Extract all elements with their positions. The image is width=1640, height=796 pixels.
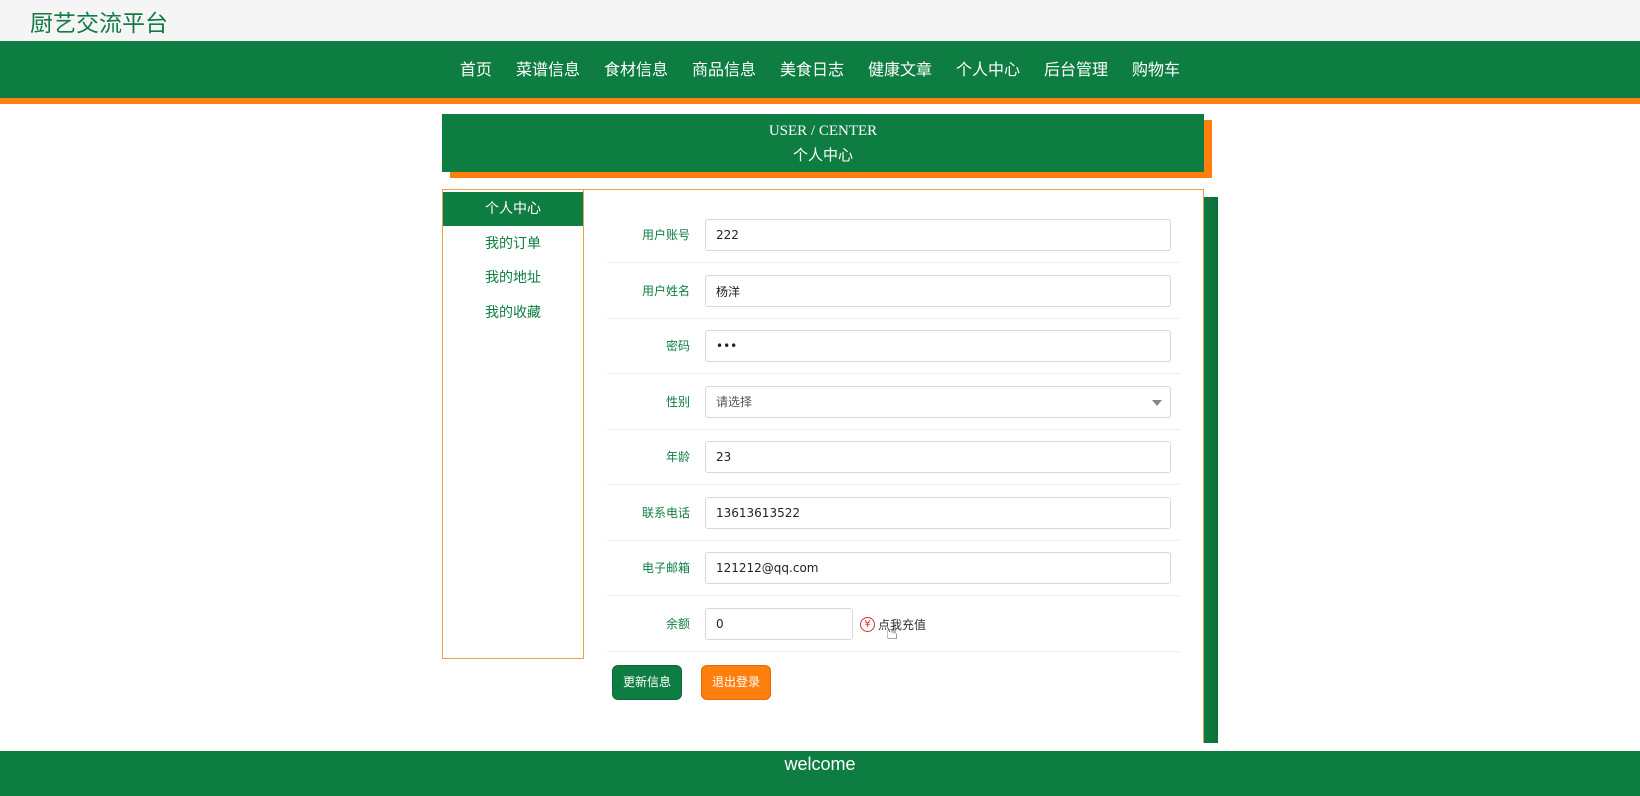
nav-item-home[interactable]: 首页 bbox=[448, 41, 504, 98]
age-input[interactable] bbox=[705, 441, 1171, 473]
form-row-gender: 性别 请选择 bbox=[607, 375, 1180, 430]
nav-item-health-articles[interactable]: 健康文章 bbox=[856, 41, 944, 98]
nav-item-recipes[interactable]: 菜谱信息 bbox=[504, 41, 592, 98]
logout-button[interactable]: 退出登录 bbox=[701, 665, 771, 700]
sidebar-item-addresses[interactable]: 我的地址 bbox=[443, 261, 583, 295]
form-row-account: 用户账号 bbox=[607, 208, 1180, 263]
chevron-down-icon bbox=[1152, 400, 1162, 406]
yen-icon: ¥ bbox=[860, 616, 875, 632]
nav-item-admin[interactable]: 后台管理 bbox=[1032, 41, 1120, 98]
password-input[interactable] bbox=[705, 330, 1171, 362]
phone-label: 联系电话 bbox=[641, 506, 690, 520]
section-header: USER / CENTER 个人中心 bbox=[442, 114, 1204, 172]
nav-item-products[interactable]: 商品信息 bbox=[680, 41, 768, 98]
form-row-phone: 联系电话 bbox=[607, 486, 1180, 541]
nav-item-user-center[interactable]: 个人中心 bbox=[944, 41, 1032, 98]
balance-input[interactable] bbox=[705, 608, 853, 640]
panel-shadow bbox=[1204, 197, 1218, 743]
age-label: 年龄 bbox=[665, 450, 690, 464]
site-title[interactable]: 厨艺交流平台 bbox=[30, 4, 168, 38]
account-label: 用户账号 bbox=[641, 228, 690, 242]
nav-item-cart[interactable]: 购物车 bbox=[1120, 41, 1192, 98]
main-navbar: 首页 菜谱信息 食材信息 商品信息 美食日志 健康文章 个人中心 后台管理 购物… bbox=[0, 41, 1640, 104]
name-label: 用户姓名 bbox=[641, 284, 690, 298]
form-row-name: 用户姓名 bbox=[607, 264, 1180, 319]
password-label: 密码 bbox=[665, 339, 690, 353]
name-input[interactable] bbox=[705, 275, 1171, 307]
section-header-en: USER / CENTER bbox=[768, 123, 878, 139]
form-row-password: 密码 bbox=[607, 319, 1180, 374]
user-sidebar: 个人中心 我的订单 我的地址 我的收藏 bbox=[442, 189, 584, 659]
balance-label: 余额 bbox=[665, 617, 690, 631]
hand-cursor-icon: ☝ bbox=[886, 620, 899, 644]
footer-text: welcome bbox=[784, 754, 856, 774]
email-input[interactable] bbox=[705, 552, 1171, 584]
form-row-email: 电子邮箱 bbox=[607, 541, 1180, 596]
email-label: 电子邮箱 bbox=[641, 561, 690, 575]
form-row-age: 年龄 bbox=[607, 430, 1180, 485]
nav-list: 首页 菜谱信息 食材信息 商品信息 美食日志 健康文章 个人中心 后台管理 购物… bbox=[0, 41, 1640, 98]
section-header-cn: 个人中心 bbox=[792, 148, 853, 164]
account-input[interactable] bbox=[705, 219, 1171, 251]
nav-item-ingredients[interactable]: 食材信息 bbox=[592, 41, 680, 98]
top-bar: 厨艺交流平台 bbox=[0, 0, 1640, 41]
sidebar-item-favorites[interactable]: 我的收藏 bbox=[443, 296, 583, 330]
gender-select-value: 请选择 bbox=[716, 395, 753, 409]
gender-label: 性别 bbox=[665, 395, 690, 409]
nav-item-food-logs[interactable]: 美食日志 bbox=[768, 41, 856, 98]
update-info-button[interactable]: 更新信息 bbox=[612, 665, 682, 700]
footer: welcome bbox=[0, 751, 1640, 796]
gender-select[interactable]: 请选择 bbox=[705, 386, 1171, 418]
sidebar-item-user-center[interactable]: 个人中心 bbox=[443, 192, 583, 226]
phone-input[interactable] bbox=[705, 497, 1171, 529]
sidebar-item-orders[interactable]: 我的订单 bbox=[443, 227, 583, 261]
